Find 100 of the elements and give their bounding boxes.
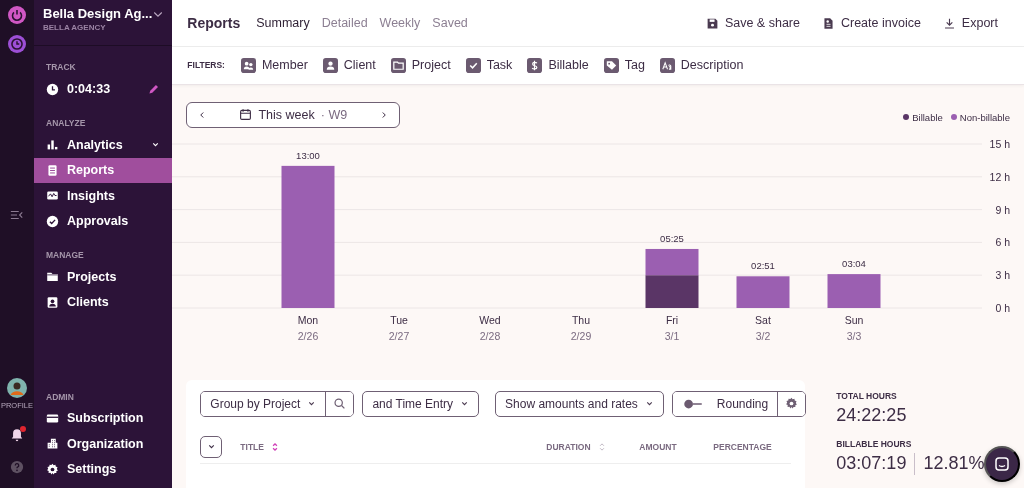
axis-tick-label: 0 h [995,301,1011,314]
contact-card-icon [46,295,59,309]
invoice-icon [821,16,835,30]
sidebar-item[interactable]: Settings [34,456,173,482]
column-header: AMOUNT [639,442,677,452]
settings-icon [785,397,799,411]
date-label: 2/28 [480,329,501,342]
filter-button[interactable]: Project [390,55,451,75]
day-label: Tue [390,313,409,326]
chat-icon [994,456,1011,472]
chevron-icon [151,140,161,150]
filter-button[interactable]: Tag [603,55,645,75]
action-button[interactable]: Export [942,12,998,35]
day-label: Thu [572,313,591,326]
column-header[interactable]: TITLE [240,442,264,452]
axis-tick-label: 3 h [995,268,1011,281]
clock-icon [46,82,59,96]
person-icon [322,57,338,73]
sidebar-item[interactable]: Projects [34,264,173,290]
chart-bar [827,273,881,308]
clock-icon [8,35,26,53]
section-heading: TRACK [45,61,77,72]
tab[interactable]: Saved [426,12,474,35]
page-title: Reports [187,15,241,32]
filter-button[interactable]: Task [465,55,513,75]
download-icon [942,16,956,30]
group-icon [240,57,256,73]
chart-bar [645,274,699,308]
dollar-icon [527,57,543,73]
credit-card-icon [46,411,59,425]
folder-icon [390,57,406,73]
sidebar-item[interactable]: Approvals [34,208,173,234]
sidebar-item[interactable]: Insights [34,183,173,209]
tag-icon [603,57,619,73]
search-button[interactable] [325,392,354,416]
date-label: 2/27 [389,329,410,342]
day-label: Sat [755,313,772,326]
bar-value-label: 13:00 [296,149,321,161]
action-button[interactable]: Save & share [705,12,800,35]
document-icon [46,163,59,177]
pencil-icon[interactable] [147,82,161,96]
day-label: Mon [298,313,319,326]
axis-tick-label: 15 h [989,137,1011,150]
axis-tick-label: 9 h [995,203,1011,216]
date-label: 3/1 [665,329,680,342]
bar-chart-icon [46,138,59,152]
chart-bar [645,248,699,275]
day-label: Fri [666,313,679,326]
day-label: Wed [479,313,502,326]
bell-icon[interactable] [10,428,24,442]
sidebar-item[interactable]: Subscription [34,405,173,431]
filter-button[interactable]: Billable [527,55,589,75]
check-circle-icon [46,214,59,228]
billable-percent: 12.81% [923,453,985,475]
subgroup-dropdown[interactable]: and Time Entry [362,391,480,417]
date-label: 2/29 [571,329,592,342]
help-icon[interactable] [10,460,24,474]
filter-button[interactable]: Client [322,55,376,75]
tab[interactable]: Weekly [373,12,427,35]
tab[interactable]: Summary [250,12,316,35]
caret-icon [644,399,654,409]
billable-hours-label: BILLABLE HOURS [836,439,913,449]
caret-icon [460,399,470,409]
tab[interactable]: Detailed [315,12,374,35]
sidebar-item[interactable]: Organization [34,431,173,457]
day-label: Sun [845,313,864,326]
date-label: 2/26 [298,329,319,342]
settings-button[interactable] [777,392,806,416]
display-dropdown[interactable]: Show amounts and rates [495,391,664,417]
switch-icon [681,397,704,411]
expand-all-button[interactable] [200,436,223,458]
pulse-chart-icon [46,189,59,203]
section-heading: MANAGE [45,249,85,260]
bar-value-label: 05:25 [660,232,685,244]
action-button[interactable]: Create invoice [821,12,921,35]
avatar[interactable] [7,378,27,398]
column-header: PERCENTAGE [713,442,772,452]
workspace-name[interactable]: Bella Design Ag... [43,6,153,21]
filter-button[interactable]: Description [659,55,744,75]
settings-icon [46,462,59,476]
axis-tick-label: 12 h [989,170,1011,183]
sidebar-item[interactable]: Clients [34,289,173,315]
chart-bar [736,275,790,308]
column-header[interactable]: DURATION [546,442,591,452]
workspace-subtitle: BELLA AGENCY [43,23,107,32]
date-label: 3/3 [847,329,862,342]
week-picker[interactable]: This week · W9 [186,101,401,128]
filters-label: FILTERS: [187,60,225,71]
bar-value-label: 02:51 [751,259,776,271]
power-icon [8,6,26,24]
collapse-sidebar-icon[interactable] [10,208,24,222]
filter-button[interactable]: Member [240,55,308,75]
sidebar-item[interactable]: Reports [34,157,173,183]
folder-icon [46,270,59,284]
total-hours-value: 24:22:25 [836,405,907,426]
building-icon [46,437,59,451]
sidebar-item[interactable]: Analytics [34,132,173,158]
section-heading: ANALYZE [45,117,87,128]
chat-button[interactable] [984,446,1021,482]
caret-icon [307,399,317,409]
